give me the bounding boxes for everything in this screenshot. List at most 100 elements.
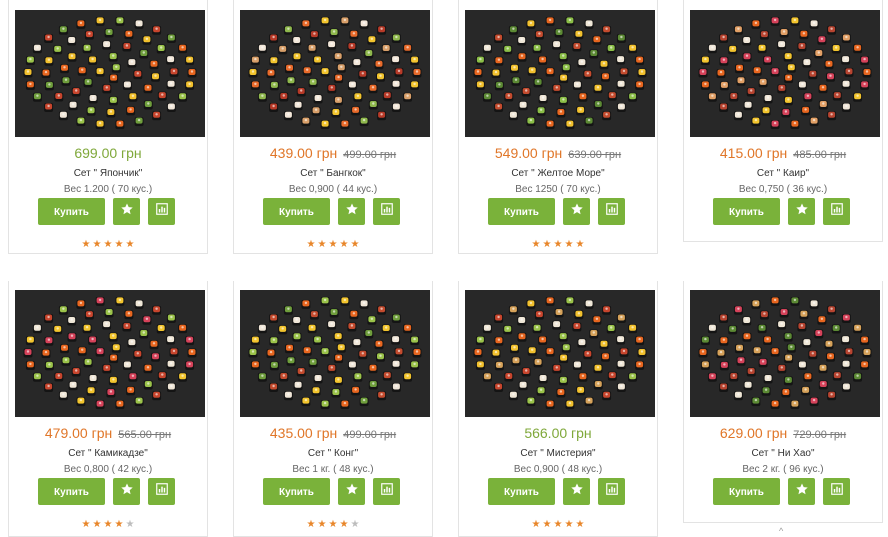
star-filled-icon[interactable]: ★ [350, 240, 361, 250]
product-image[interactable] [240, 10, 430, 137]
rating-stars[interactable]: ★ ★ ★ ★ ★ [9, 520, 207, 530]
old-price: 499.00 грн [343, 429, 397, 441]
buy-button[interactable]: Купить [488, 478, 555, 505]
star-icon [345, 202, 359, 221]
product-image[interactable] [465, 10, 655, 137]
product-name[interactable]: Сет " Мистерия" [459, 448, 657, 459]
star-filled-icon[interactable]: ★ [553, 240, 564, 250]
star-filled-icon[interactable]: ★ [103, 240, 114, 250]
rating-stars[interactable]: ★ ★ ★ ★ ★ [234, 520, 432, 530]
star-filled-icon[interactable]: ★ [125, 240, 136, 250]
product-weight: Вес 0,750 ( 36 кус.) [738, 184, 828, 195]
star-filled-icon[interactable]: ★ [531, 520, 542, 530]
product-name[interactable]: Сет " Камикадзе" [9, 448, 207, 459]
product-image[interactable] [15, 10, 205, 137]
bar-chart-icon [830, 202, 844, 221]
star-filled-icon[interactable]: ★ [328, 520, 339, 530]
product-image[interactable] [240, 290, 430, 417]
star-icon [120, 482, 134, 501]
buy-button[interactable]: Купить [488, 198, 555, 225]
product-image[interactable] [465, 290, 655, 417]
add-to-favorites-button[interactable] [113, 478, 140, 505]
add-to-favorites-button[interactable] [788, 198, 815, 225]
add-to-favorites-button[interactable] [563, 198, 590, 225]
rating-stars[interactable]: ★ ★ ★ ★ ★ [459, 520, 657, 530]
add-to-favorites-button[interactable] [113, 198, 140, 225]
buy-button[interactable]: Купить [38, 198, 105, 225]
star-filled-icon[interactable]: ★ [328, 240, 339, 250]
star-filled-icon[interactable]: ★ [575, 520, 586, 530]
star-icon [795, 202, 809, 221]
price-row: 439.00 грн 499.00 грн [234, 145, 432, 163]
star-filled-icon[interactable]: ★ [103, 520, 114, 530]
add-to-compare-button[interactable] [598, 478, 625, 505]
product-name[interactable]: Сет " Ни Хао" [684, 448, 882, 459]
scroll-up-icon[interactable]: ^ [779, 527, 789, 536]
price-row: 479.00 грн 565.00 грн [9, 425, 207, 443]
rating-stars[interactable]: ★ ★ ★ ★ ★ [459, 240, 657, 250]
star-filled-icon[interactable]: ★ [317, 520, 328, 530]
product-weight: Вес 0,800 ( 42 кус.) [63, 464, 153, 475]
add-to-compare-button[interactable] [823, 198, 850, 225]
add-to-favorites-button[interactable] [338, 478, 365, 505]
star-filled-icon[interactable]: ★ [564, 240, 575, 250]
add-to-compare-button[interactable] [148, 478, 175, 505]
price-row: 699.00 грн [9, 145, 207, 163]
star-filled-icon[interactable]: ★ [81, 240, 92, 250]
star-filled-icon[interactable]: ★ [92, 520, 103, 530]
add-to-favorites-button[interactable] [788, 478, 815, 505]
old-price: 499.00 грн [343, 149, 397, 161]
product-image[interactable] [690, 290, 880, 417]
product-weight: Вес 1250 ( 70 кус.) [515, 184, 601, 195]
product-name[interactable]: Сет " Бангкок" [234, 168, 432, 179]
star-empty-icon[interactable]: ★ [350, 520, 361, 530]
buy-button[interactable]: Купить [263, 478, 330, 505]
product-name[interactable]: Сет " Желтое Море" [459, 168, 657, 179]
buy-button[interactable]: Купить [38, 478, 105, 505]
star-filled-icon[interactable]: ★ [575, 240, 586, 250]
price-row: 566.00 грн [459, 425, 657, 443]
buy-button[interactable]: Купить [713, 478, 780, 505]
add-to-compare-button[interactable] [373, 198, 400, 225]
star-filled-icon[interactable]: ★ [306, 240, 317, 250]
product-name[interactable]: Сет " Конг" [234, 448, 432, 459]
star-filled-icon[interactable]: ★ [531, 240, 542, 250]
product-name[interactable]: Сет " Каир" [684, 168, 882, 179]
star-filled-icon[interactable]: ★ [339, 240, 350, 250]
add-to-favorites-button[interactable] [563, 478, 590, 505]
add-to-compare-button[interactable] [598, 198, 625, 225]
rating-stars[interactable]: ★ ★ ★ ★ ★ [9, 240, 207, 250]
product-price: 439.00 грн [269, 145, 338, 161]
star-filled-icon[interactable]: ★ [542, 520, 553, 530]
star-empty-icon[interactable]: ★ [125, 520, 136, 530]
add-to-favorites-button[interactable] [338, 198, 365, 225]
star-filled-icon[interactable]: ★ [306, 520, 317, 530]
star-filled-icon[interactable]: ★ [564, 520, 575, 530]
buy-button[interactable]: Купить [713, 198, 780, 225]
star-icon [570, 482, 584, 501]
rating-stars[interactable]: ★ ★ ★ ★ ★ [234, 240, 432, 250]
star-filled-icon[interactable]: ★ [553, 520, 564, 530]
star-filled-icon[interactable]: ★ [92, 240, 103, 250]
star-icon [120, 202, 134, 221]
product-weight: Вес 0,900 ( 44 кус.) [288, 184, 378, 195]
product-image[interactable] [15, 290, 205, 417]
buy-button[interactable]: Купить [263, 198, 330, 225]
product-image[interactable] [690, 10, 880, 137]
star-filled-icon[interactable]: ★ [542, 240, 553, 250]
star-filled-icon[interactable]: ★ [339, 520, 350, 530]
product-card: 549.00 грн 639.00 грн Сет " Желтое Море" Ве… [458, 0, 658, 254]
add-to-compare-button[interactable] [823, 478, 850, 505]
product-weight: Вес 2 кг. ( 96 кус.) [742, 464, 824, 475]
add-to-compare-button[interactable] [148, 198, 175, 225]
bar-chart-icon [155, 482, 169, 501]
star-filled-icon[interactable]: ★ [114, 520, 125, 530]
product-grid: 699.00 грн Сет " Япончик" Вес 1.200 ( 70 к… [0, 0, 888, 537]
old-price: 729.00 грн [793, 429, 847, 441]
star-filled-icon[interactable]: ★ [81, 520, 92, 530]
star-filled-icon[interactable]: ★ [317, 240, 328, 250]
product-name[interactable]: Сет " Япончик" [9, 168, 207, 179]
add-to-compare-button[interactable] [373, 478, 400, 505]
bar-chart-icon [155, 202, 169, 221]
star-filled-icon[interactable]: ★ [114, 240, 125, 250]
